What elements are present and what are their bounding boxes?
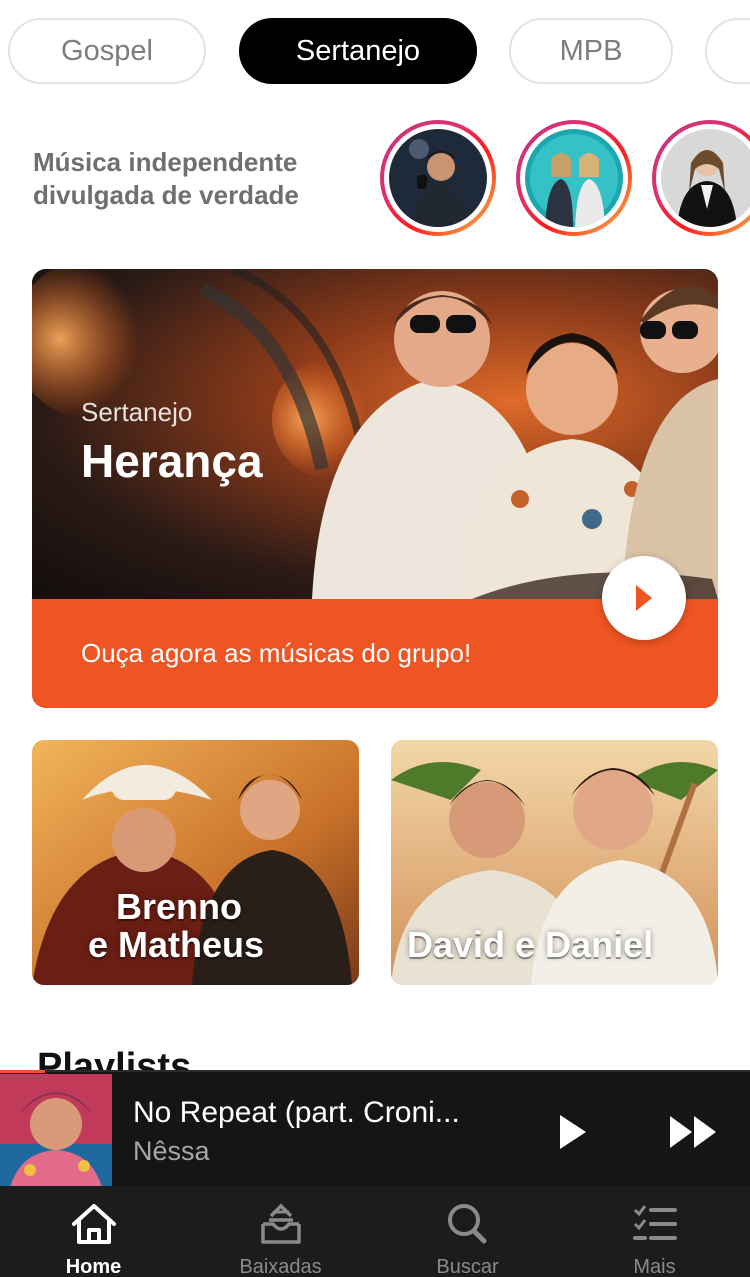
play-icon[interactable] xyxy=(556,1112,590,1152)
genre-chip-bar: Gospel Sertanejo MPB xyxy=(8,18,750,86)
now-playing-artist: Nêssa xyxy=(133,1136,210,1166)
app-screen: Gospel Sertanejo MPB Música independente… xyxy=(0,0,750,1277)
bottom-navigation: Home Baixadas Buscar Mais xyxy=(0,1186,750,1277)
nav-label: Buscar xyxy=(436,1256,499,1277)
nav-label: Mais xyxy=(633,1256,676,1277)
playback-progress[interactable] xyxy=(0,1070,45,1073)
artist-photo xyxy=(389,129,487,227)
play-icon xyxy=(636,585,652,611)
artist-photo xyxy=(661,129,750,227)
banner-play-button[interactable] xyxy=(602,556,686,640)
chip-gospel[interactable]: Gospel xyxy=(8,18,206,84)
chip-label: Sertanejo xyxy=(295,34,421,67)
download-box-icon xyxy=(260,1203,301,1244)
nav-mais[interactable]: Mais xyxy=(561,1186,748,1277)
home-icon xyxy=(71,1204,116,1244)
now-playing-title: No Repeat (part. Croni... xyxy=(133,1096,460,1129)
banner-title: Herança xyxy=(81,435,263,487)
artist-card-david-daniel[interactable]: David e Daniel xyxy=(391,740,718,985)
checklist-icon xyxy=(632,1205,677,1240)
banner-genre: Sertanejo xyxy=(81,397,193,427)
search-icon xyxy=(447,1204,486,1244)
card-title: David e Daniel xyxy=(407,924,654,965)
story-avatar-3[interactable] xyxy=(652,120,750,236)
nav-label: Baixadas xyxy=(239,1256,322,1277)
chip-next-partial[interactable] xyxy=(705,18,750,84)
story-avatar-2[interactable] xyxy=(516,120,632,236)
nav-label: Home xyxy=(65,1256,122,1277)
fast-forward-icon[interactable] xyxy=(668,1114,720,1150)
chip-label: MPB xyxy=(559,34,623,67)
nav-buscar[interactable]: Buscar xyxy=(374,1186,561,1277)
artist-photo xyxy=(525,129,623,227)
card-title-line2: e Matheus xyxy=(88,924,265,965)
nav-baixadas[interactable]: Baixadas xyxy=(187,1186,374,1277)
banner-cta-text: Ouça agora as músicas do grupo! xyxy=(81,638,472,668)
mini-player[interactable]: No Repeat (part. Croni... Nêssa xyxy=(0,1070,750,1188)
chip-label: Gospel xyxy=(61,34,153,67)
chip-sertanejo[interactable]: Sertanejo xyxy=(239,18,477,84)
nav-home[interactable]: Home xyxy=(0,1186,187,1277)
stories-tagline: Música independente divulgada de verdade xyxy=(33,147,299,210)
story-avatar-1[interactable] xyxy=(380,120,496,236)
now-playing-cover xyxy=(0,1074,112,1188)
featured-banner[interactable]: Sertanejo Herança Ouça agora as músicas … xyxy=(32,269,718,708)
card-title-line1: Brenno xyxy=(116,886,242,927)
artist-card-brenno-matheus[interactable]: Brenno e Matheus xyxy=(32,740,359,985)
chip-mpb[interactable]: MPB xyxy=(509,18,673,84)
